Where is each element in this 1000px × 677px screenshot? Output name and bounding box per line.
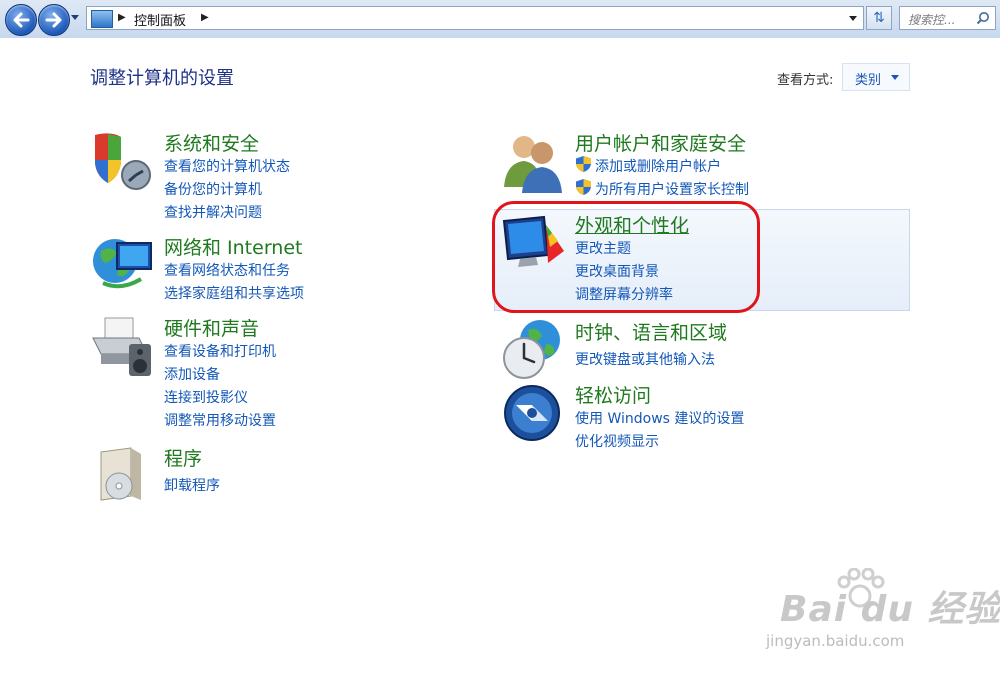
users-icon[interactable] xyxy=(502,129,568,195)
address-dropdown-icon[interactable] xyxy=(849,16,857,21)
search-box[interactable]: 搜索控... xyxy=(899,6,996,30)
view-by-dropdown[interactable]: 类别 xyxy=(842,63,910,91)
link-add-device[interactable]: 添加设备 xyxy=(164,364,220,384)
link-homegroup-sharing[interactable]: 选择家庭组和共享选项 xyxy=(164,283,304,303)
uac-shield-icon xyxy=(576,179,591,195)
printer-icon[interactable] xyxy=(91,314,157,380)
uac-shield-icon xyxy=(576,156,591,172)
link-backup-computer[interactable]: 备份您的计算机 xyxy=(164,179,262,199)
refresh-icon: ⇅ xyxy=(873,10,885,26)
link-change-input-method[interactable]: 更改键盘或其他输入法 xyxy=(575,349,715,369)
link-network-status[interactable]: 查看网络状态和任务 xyxy=(164,260,290,280)
view-by-value[interactable]: 类别 xyxy=(855,69,881,88)
link-view-computer-status[interactable]: 查看您的计算机状态 xyxy=(164,156,290,176)
breadcrumb-chevron-icon[interactable]: ▶ xyxy=(118,12,126,23)
category-title[interactable]: 网络和 Internet xyxy=(164,233,302,260)
category-title[interactable]: 系统和安全 xyxy=(164,129,259,156)
category-title[interactable]: 硬件和声音 xyxy=(164,314,259,341)
annotation-highlight-ring xyxy=(492,201,760,313)
link-connect-projector[interactable]: 连接到投影仪 xyxy=(164,387,248,407)
refresh-button[interactable]: ⇅ xyxy=(866,6,892,30)
page-title: 调整计算机的设置 xyxy=(90,68,234,89)
category-title[interactable]: 时钟、语言和区域 xyxy=(575,318,727,345)
back-button[interactable] xyxy=(5,4,37,36)
category-title[interactable]: 轻松访问 xyxy=(575,381,651,408)
link-add-remove-accounts[interactable]: 添加或删除用户帐户 xyxy=(595,156,721,176)
link-devices-printers[interactable]: 查看设备和打印机 xyxy=(164,341,276,361)
arrow-left-icon xyxy=(13,12,30,28)
link-windows-recommended-settings[interactable]: 使用 Windows 建议的设置 xyxy=(575,408,744,428)
link-uninstall-program[interactable]: 卸载程序 xyxy=(164,475,220,495)
link-troubleshoot[interactable]: 查找并解决问题 xyxy=(164,202,262,222)
network-globe-icon[interactable] xyxy=(91,233,157,299)
arrow-right-icon xyxy=(45,12,62,28)
clock-globe-icon[interactable] xyxy=(502,318,568,384)
breadcrumb-chevron-icon[interactable]: ▶ xyxy=(201,12,209,23)
view-by-label: 查看方式: xyxy=(777,73,834,88)
programs-box-icon[interactable] xyxy=(91,444,157,510)
navigation-bar: ▶ 控制面板 ▶ ⇅ 搜索控... xyxy=(0,0,1000,38)
control-panel-icon xyxy=(91,10,113,28)
ease-of-access-icon[interactable] xyxy=(502,381,568,447)
address-bar[interactable]: ▶ 控制面板 ▶ xyxy=(86,6,864,30)
shield-icon[interactable] xyxy=(91,129,157,195)
watermark-brand: Bai du 经验 xyxy=(780,589,1000,630)
category-title[interactable]: 用户帐户和家庭安全 xyxy=(575,129,746,156)
category-title[interactable]: 程序 xyxy=(164,444,202,471)
link-parental-controls[interactable]: 为所有用户设置家长控制 xyxy=(595,179,749,199)
recent-pages-dropdown[interactable] xyxy=(71,15,79,20)
search-input[interactable]: 搜索控... xyxy=(908,11,955,28)
forward-button[interactable] xyxy=(38,4,70,36)
link-optimize-visual-display[interactable]: 优化视频显示 xyxy=(575,431,659,451)
breadcrumb-control-panel[interactable]: 控制面板 xyxy=(134,10,186,29)
link-mobility-settings[interactable]: 调整常用移动设置 xyxy=(164,410,276,430)
search-icon[interactable] xyxy=(976,11,990,25)
watermark-url: jingyan.baidu.com xyxy=(766,632,905,650)
chevron-down-icon xyxy=(891,75,899,80)
